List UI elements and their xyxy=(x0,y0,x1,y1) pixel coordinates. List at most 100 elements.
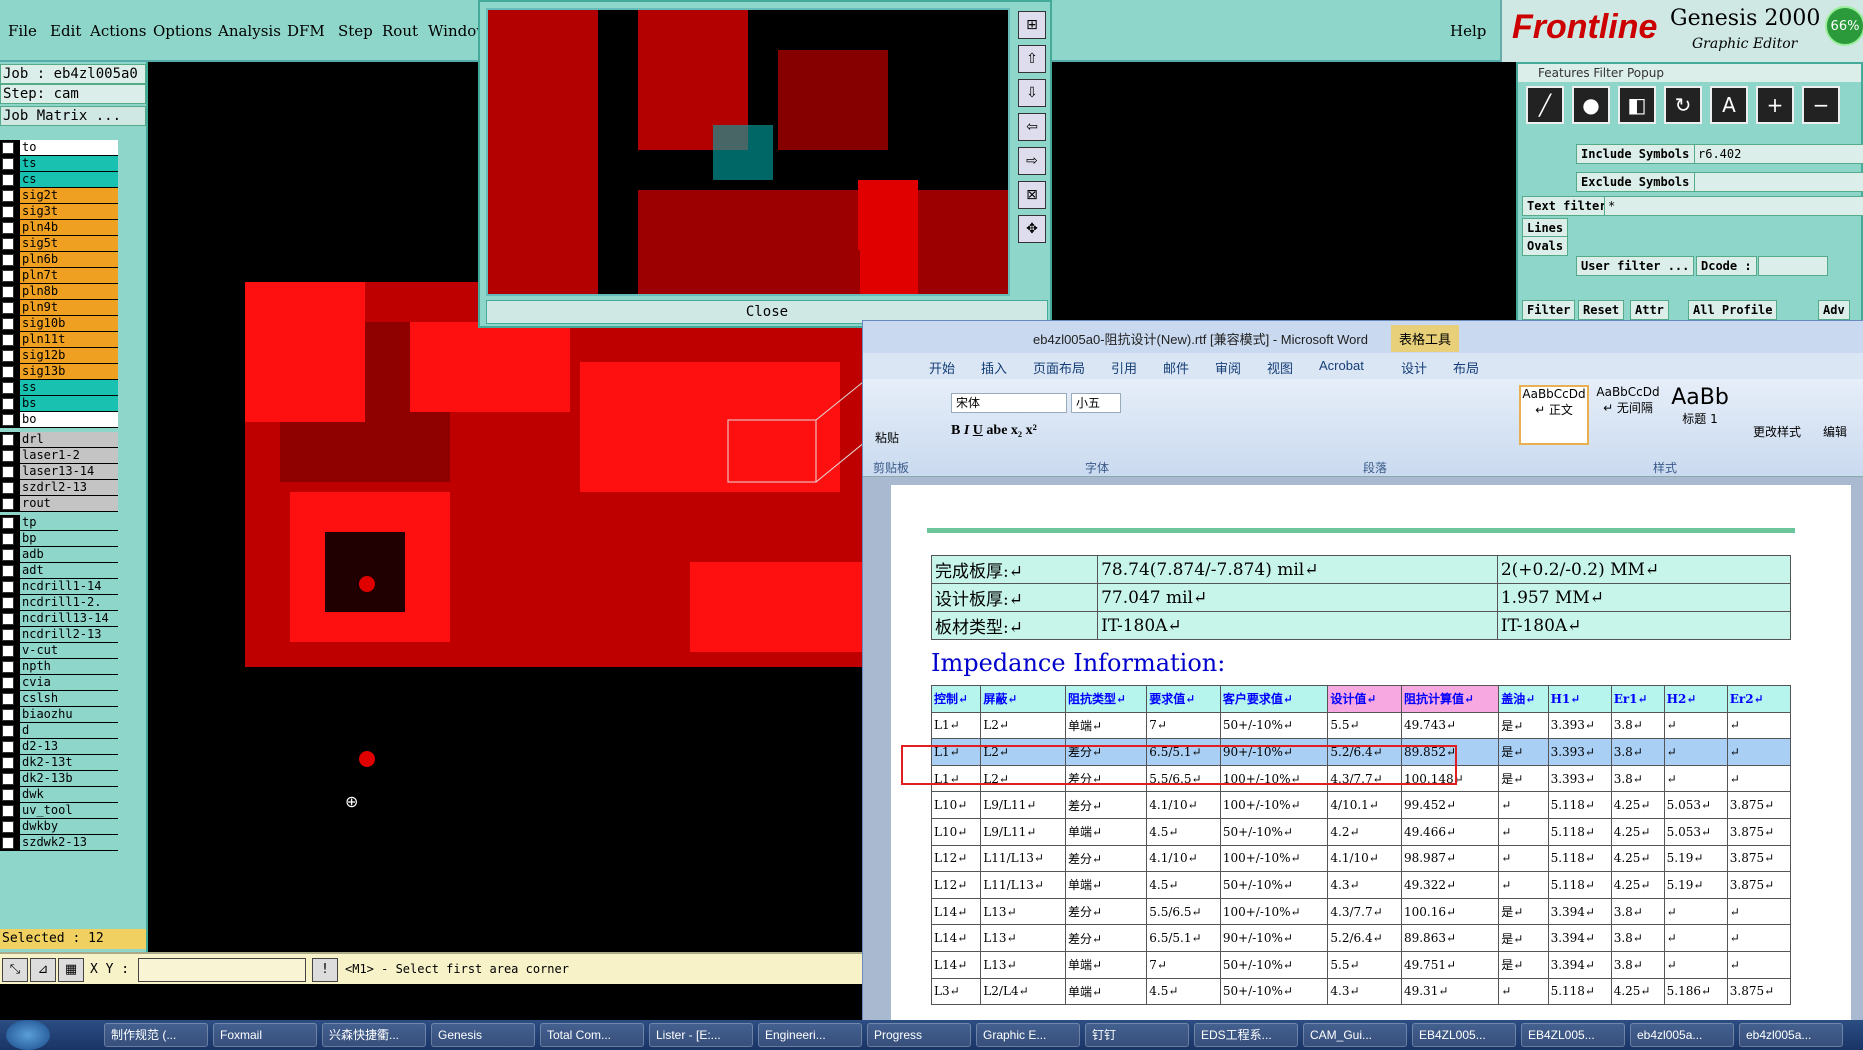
table-cell[interactable]: 4.3↵ xyxy=(1327,977,1402,1006)
table-cell[interactable]: 89.863↵ xyxy=(1400,924,1500,952)
document-page[interactable]: 完成板厚:↵ 78.74(7.874/-7.874) mil↵ 2(+0.2/-0.… xyxy=(891,485,1851,1021)
table-cell[interactable]: 4.5↵ xyxy=(1146,817,1221,846)
layer-row[interactable]: dk2-13b xyxy=(0,771,118,787)
exclude-symbols-input[interactable] xyxy=(1694,172,1863,192)
taskbar-item[interactable]: Lister - [E:... xyxy=(649,1023,753,1047)
table-cell[interactable]: L12↵ xyxy=(930,871,982,899)
zoom-down-icon[interactable]: ⇩ xyxy=(1018,79,1046,107)
layer-row[interactable]: ts xyxy=(0,156,118,172)
table-cell[interactable]: L13↵ xyxy=(980,897,1066,926)
layer-row[interactable]: szdrl2-13 xyxy=(0,480,118,496)
layer-name[interactable]: ncdrill1-2. xyxy=(20,595,118,610)
menu-dfm[interactable]: DFM xyxy=(287,22,325,40)
table-cell[interactable]: 4.3↵ xyxy=(1327,871,1402,899)
layer-row[interactable]: dwk xyxy=(0,787,118,803)
table-cell[interactable]: ↵ xyxy=(1498,844,1549,873)
table-cell[interactable]: L10↵ xyxy=(930,791,982,819)
start-button[interactable] xyxy=(6,1020,50,1050)
menu-file[interactable]: File xyxy=(8,22,37,40)
layer-row[interactable]: ncdrill1-14 xyxy=(0,579,118,595)
zoom-right-icon[interactable]: ⇨ xyxy=(1018,147,1046,175)
layer-row[interactable]: d2-13 xyxy=(0,739,118,755)
table-cell[interactable]: L14↵ xyxy=(930,897,982,926)
layer-name[interactable]: d2-13 xyxy=(20,739,118,754)
table-cell[interactable]: ↵ xyxy=(1498,817,1549,846)
tab-mailings[interactable]: 邮件 xyxy=(1163,358,1189,377)
table-cell[interactable]: 49.466↵ xyxy=(1400,817,1500,846)
layer-row[interactable]: dwkby xyxy=(0,819,118,835)
table-cell[interactable]: L11/L13↵ xyxy=(980,871,1066,899)
layer-name[interactable]: ts xyxy=(20,156,118,171)
table-cell[interactable]: 5.053↵ xyxy=(1663,817,1728,846)
layer-row[interactable]: bp xyxy=(0,531,118,547)
table-cell[interactable]: L13↵ xyxy=(980,950,1066,979)
layer-name[interactable]: szdwk2-13 xyxy=(20,835,118,850)
table-cell[interactable]: 5.118↵ xyxy=(1547,977,1612,1006)
table-cell[interactable]: 是↵ xyxy=(1498,764,1549,793)
layer-checkbox[interactable] xyxy=(2,772,14,785)
layer-checkbox[interactable] xyxy=(2,820,14,833)
tab-acrobat[interactable]: Acrobat xyxy=(1319,358,1364,373)
table-cell[interactable]: 5.118↵ xyxy=(1547,871,1612,899)
table-cell[interactable]: 5.118↵ xyxy=(1547,791,1612,819)
table-cell[interactable]: 4.2↵ xyxy=(1327,817,1402,846)
positive-icon[interactable]: + xyxy=(1756,86,1794,124)
text-tool-icon[interactable]: A xyxy=(1710,86,1748,124)
layer-name[interactable]: d xyxy=(20,723,118,738)
column-header[interactable]: Er2↵ xyxy=(1726,685,1792,713)
layer-row[interactable]: adb xyxy=(0,547,118,563)
table-cell[interactable]: 4.25↵ xyxy=(1610,844,1665,873)
layer-checkbox[interactable] xyxy=(2,301,14,314)
table-cell[interactable]: ↵ xyxy=(1498,871,1549,899)
layer-row[interactable]: sig12b xyxy=(0,348,118,364)
layer-checkbox[interactable] xyxy=(2,481,14,494)
layer-row[interactable]: bs xyxy=(0,396,118,412)
layer-checkbox[interactable] xyxy=(2,516,14,529)
table-cell[interactable]: L3↵ xyxy=(930,977,982,1006)
menu-edit[interactable]: Edit xyxy=(50,22,81,40)
table-cell[interactable]: 100+/-10%↵ xyxy=(1219,791,1329,819)
table-cell[interactable]: 5.2/6.4↵ xyxy=(1327,924,1402,952)
table-cell[interactable]: L2/L4↵ xyxy=(980,977,1066,1006)
layer-row[interactable]: adt xyxy=(0,563,118,579)
dcode-input[interactable] xyxy=(1758,256,1828,276)
tab-layout[interactable]: 页面布局 xyxy=(1033,358,1085,377)
layer-name[interactable]: pln11t xyxy=(20,332,118,347)
taskbar-item[interactable]: eb4zl005a... xyxy=(1630,1023,1734,1047)
layer-checkbox[interactable] xyxy=(2,676,14,689)
table-cell[interactable]: 4.25↵ xyxy=(1610,871,1665,899)
taskbar-item[interactable]: Engineeri... xyxy=(758,1023,862,1047)
table-cell[interactable]: L9/L11↵ xyxy=(980,791,1066,819)
menu-help[interactable]: Help xyxy=(1450,22,1486,40)
layer-row[interactable]: ncdrill2-13 xyxy=(0,627,118,643)
layer-row[interactable]: cs xyxy=(0,172,118,188)
layer-name[interactable]: dwk xyxy=(20,787,118,802)
column-header[interactable]: 要求值↵ xyxy=(1146,685,1221,713)
table-cell[interactable]: 单端↵ xyxy=(1064,950,1148,979)
layer-name[interactable]: v-cut xyxy=(20,643,118,658)
table-cell[interactable]: ↵ xyxy=(1726,764,1792,793)
layer-checkbox[interactable] xyxy=(2,580,14,593)
layer-name[interactable]: dwkby xyxy=(20,819,118,834)
table-cell[interactable]: 4.25↵ xyxy=(1610,791,1665,819)
menu-options[interactable]: Options xyxy=(153,22,212,40)
layer-name[interactable]: pln6b xyxy=(20,252,118,267)
table-cell[interactable]: 是↵ xyxy=(1498,738,1549,766)
layer-name[interactable]: sig12b xyxy=(20,348,118,363)
layer-row[interactable]: sig5t xyxy=(0,236,118,252)
layer-checkbox[interactable] xyxy=(2,449,14,462)
layer-row[interactable]: laser13-14 xyxy=(0,464,118,480)
table-cell[interactable]: 50+/-10%↵ xyxy=(1219,871,1329,899)
table-cell[interactable]: 3.8↵ xyxy=(1610,711,1665,740)
table-cell[interactable]: ↵ xyxy=(1726,738,1792,766)
table-cell[interactable]: 90+/-10%↵ xyxy=(1219,924,1329,952)
layer-checkbox[interactable] xyxy=(2,497,14,510)
layer-name[interactable]: cslsh xyxy=(20,691,118,706)
layer-row[interactable]: uv_tool xyxy=(0,803,118,819)
layer-name[interactable]: to xyxy=(20,140,118,155)
table-cell[interactable]: 差分↵ xyxy=(1064,897,1148,926)
spec-cell[interactable]: 78.74(7.874/-7.874) mil↵ xyxy=(1097,555,1498,584)
spec-cell[interactable]: IT-180A↵ xyxy=(1496,611,1792,640)
tab-view[interactable]: 视图 xyxy=(1267,358,1293,377)
include-symbols-input[interactable]: r6.402 xyxy=(1694,144,1863,164)
